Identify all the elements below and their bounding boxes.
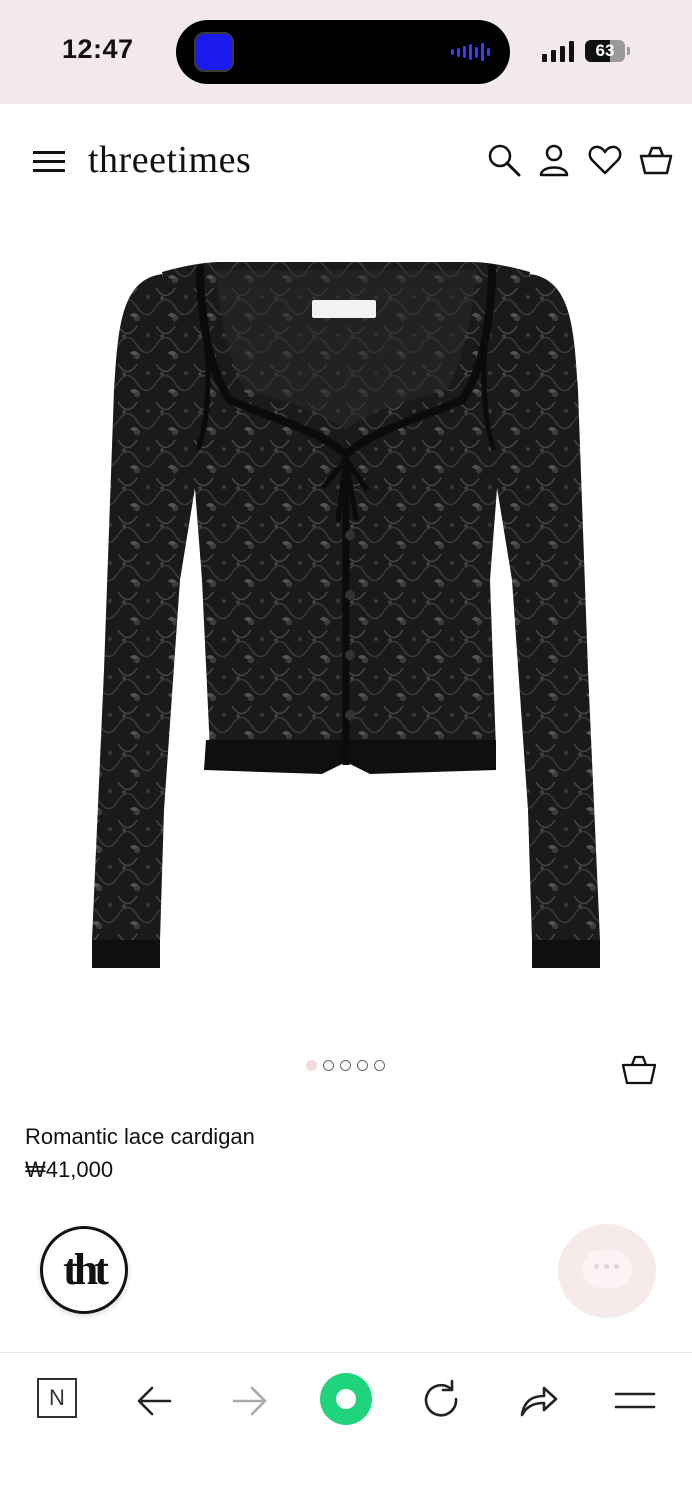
carousel-dot[interactable] (306, 1060, 317, 1071)
site-logo[interactable]: threetimes (88, 138, 251, 182)
status-time: 12:47 (62, 34, 134, 64)
carousel-dot[interactable] (323, 1060, 334, 1071)
battery-tip (627, 47, 630, 55)
back-arrow-icon[interactable] (130, 1377, 178, 1425)
wishlist-heart-icon[interactable] (587, 142, 623, 178)
battery-icon: 63 (585, 40, 625, 62)
search-icon[interactable] (486, 142, 522, 178)
status-bar: 12:47 63 (0, 0, 692, 104)
product-price: ₩41,000 (25, 1157, 114, 1182)
carousel-dots (306, 1060, 385, 1071)
chat-dots (594, 1264, 619, 1269)
carousel-dot[interactable] (357, 1060, 368, 1071)
brand-badge-text: tht (63, 1245, 109, 1294)
battery-level: 63 (595, 41, 615, 60)
home-green-icon[interactable] (320, 1373, 372, 1425)
chat-button[interactable] (558, 1224, 656, 1318)
app-activity-icon (194, 32, 234, 72)
share-icon[interactable] (514, 1377, 562, 1425)
carousel-dot[interactable] (340, 1060, 351, 1071)
chat-bubble-icon (582, 1250, 632, 1288)
dynamic-island (176, 20, 510, 84)
forward-arrow-icon[interactable] (226, 1377, 274, 1425)
cart-bag-icon[interactable] (638, 142, 674, 178)
naver-n-icon[interactable]: N (37, 1378, 77, 1418)
product-image[interactable] (80, 250, 612, 980)
product-name[interactable]: Romantic lace cardigan (25, 1124, 255, 1150)
audio-wave-icon (451, 42, 490, 62)
carousel-dot[interactable] (374, 1060, 385, 1071)
menu-icon[interactable] (610, 1377, 658, 1425)
site-header: threetimes (0, 104, 692, 214)
home-inner-dot (336, 1389, 356, 1409)
reload-icon[interactable] (418, 1377, 466, 1425)
account-icon[interactable] (536, 142, 572, 178)
menu-icon[interactable] (33, 151, 65, 173)
browser-toolbar: N (0, 1352, 692, 1500)
add-to-cart-icon[interactable] (620, 1050, 658, 1088)
signal-icon (542, 40, 574, 62)
brand-badge-button[interactable]: tht (40, 1226, 128, 1314)
